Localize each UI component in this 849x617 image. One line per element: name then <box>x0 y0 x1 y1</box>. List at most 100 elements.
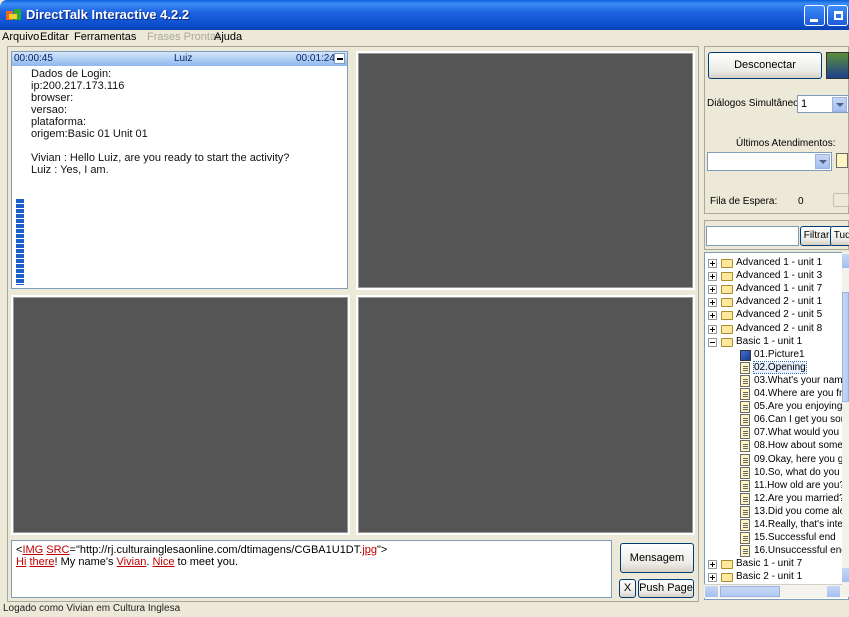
queue-pickup-icon[interactable] <box>833 193 849 207</box>
chat-user-name: Luiz <box>174 53 193 64</box>
session-pane-3[interactable] <box>11 295 350 535</box>
scroll-up-icon[interactable] <box>842 254 849 268</box>
simultaneous-select[interactable]: 1 <box>797 95 849 113</box>
folder-icon <box>721 272 733 282</box>
expand-icon[interactable] <box>708 573 717 583</box>
composer-close: "> <box>377 544 388 556</box>
chat-transcript: Dados de Login: ip:200.217.173.116 brows… <box>31 68 289 176</box>
tree-item-label: Basic 2 - unit 1 <box>736 571 803 583</box>
filter-input[interactable] <box>706 226 799 246</box>
tree-item[interactable]: Advanced 1 - unit 3 <box>705 270 848 283</box>
tree-item[interactable]: 10.So, what do you d <box>705 466 848 480</box>
session-pane-4[interactable] <box>356 295 695 535</box>
menu-ajuda[interactable]: Ajuda <box>214 31 242 43</box>
chat-line: browser: <box>31 92 74 104</box>
composer-url: ="http://rj.culturainglesaonline.com/dti… <box>69 544 363 556</box>
tree-vertical-scrollbar[interactable] <box>842 252 849 597</box>
chat-line: Vivian : Hello Luiz, are you ready to st… <box>31 152 290 164</box>
phrases-tree[interactable]: Advanced 1 - unit 1 Advanced 1 - unit 3 Ad… <box>704 252 849 600</box>
tree-item[interactable]: 13.Did you come alon <box>705 505 849 519</box>
expand-icon[interactable] <box>708 285 717 295</box>
show-all-button[interactable]: Tudo <box>830 226 849 246</box>
expand-icon[interactable] <box>708 560 717 570</box>
elapsed-time-right: 00:01:24 <box>296 53 335 64</box>
simultaneous-value: 1 <box>801 98 808 110</box>
open-document-icon[interactable] <box>836 153 848 168</box>
tree-item[interactable]: 05.Are you enjoying th <box>705 401 848 414</box>
menu-ferramentas[interactable]: Ferramentas <box>74 31 136 43</box>
disconnect-button[interactable]: Desconectar <box>708 52 822 79</box>
app-icon <box>6 9 21 20</box>
scroll-right-icon[interactable] <box>827 586 840 597</box>
menu-arquivo[interactable]: Arquivo <box>2 31 39 43</box>
tree-item-label: 12.Are you married? <box>754 492 845 504</box>
tree-item[interactable]: 08.How about someth <box>705 440 848 453</box>
chat-line: plataforma: <box>31 116 87 128</box>
tree-item-label: 06.Can I get you some <box>754 414 849 426</box>
globe-icon[interactable] <box>826 52 849 79</box>
filter-button[interactable]: Filtrar <box>800 226 833 246</box>
composer-word: Vivian <box>116 556 147 568</box>
expand-icon[interactable] <box>708 272 717 282</box>
composer-word: Nice <box>152 556 175 568</box>
chevron-down-icon[interactable] <box>832 97 847 112</box>
tree-item-label: 04.Where are you fror <box>754 388 849 399</box>
document-icon <box>740 361 750 374</box>
tree-item[interactable]: Advanced 1 - unit 1 <box>705 257 848 270</box>
chevron-down-icon[interactable] <box>815 154 830 169</box>
menu-editar[interactable]: Editar <box>40 31 69 43</box>
tree-item-label: 02.Opening <box>753 360 807 374</box>
tree-item[interactable]: 12.Are you married? <box>705 492 848 506</box>
document-icon <box>740 414 750 427</box>
tree-item[interactable]: 14.Really, that's intere <box>705 519 848 532</box>
tree-item[interactable]: 01.Picture1 <box>705 349 848 362</box>
minimize-icon <box>810 19 818 22</box>
tree-item[interactable]: 16.Unsuccessful end <box>705 545 848 558</box>
title-bar[interactable]: DirectTalk Interactive 4.2.2 <box>0 0 849 30</box>
tree-item[interactable]: Basic 1 - unit 1 <box>705 336 848 349</box>
tree-item-label: 13.Did you come alon <box>754 505 849 517</box>
tree-item[interactable]: 11.How old are you? <box>705 479 848 493</box>
clear-button[interactable]: X <box>619 579 636 598</box>
expand-icon[interactable] <box>708 324 717 334</box>
session-pane-2[interactable] <box>356 51 695 290</box>
tree-item[interactable]: 03.What's your name' <box>705 374 848 388</box>
tree-item-label: Advanced 2 - unit 8 <box>736 322 823 334</box>
last-sessions-select[interactable] <box>707 152 832 171</box>
queue-count: 0 <box>798 196 804 207</box>
horizontal-scroll-thumb[interactable] <box>720 586 780 597</box>
chat-line: versao: <box>31 104 68 116</box>
expand-icon[interactable] <box>708 298 717 308</box>
tree-horizontal-scrollbar[interactable] <box>704 584 842 598</box>
last-sessions-label: Últimos Atendimentos: <box>736 138 836 149</box>
tree-item[interactable]: 06.Can I get you some <box>705 414 849 427</box>
tree-item[interactable]: 02.Opening <box>705 360 848 375</box>
push-page-button[interactable]: Push Page <box>638 579 694 598</box>
tree-scroll-thumb[interactable] <box>842 292 849 402</box>
scroll-left-icon[interactable] <box>705 586 718 597</box>
chat-session-pane[interactable]: 00:00:45 Luiz 00:01:24 Dados de Login: i… <box>11 51 348 289</box>
tree-item[interactable]: 07.What would you lik <box>705 427 848 440</box>
document-icon <box>740 519 750 531</box>
message-input[interactable]: <IMG SRC="http://rj.culturainglesaonline… <box>11 540 612 598</box>
composer-word: there <box>29 556 55 568</box>
tree-item[interactable]: 09.Okay, here you go <box>705 453 848 467</box>
tree-item[interactable]: Advanced 2 - unit 1 <box>705 296 848 309</box>
tree-item[interactable]: Advanced 2 - unit 8 <box>705 322 848 336</box>
expand-icon[interactable] <box>708 259 717 268</box>
minimize-button[interactable] <box>804 5 825 26</box>
minimize-session-button[interactable] <box>334 53 345 64</box>
tree-item[interactable]: Advanced 1 - unit 7 <box>705 283 848 296</box>
restore-icon <box>834 11 843 20</box>
tree-item[interactable]: Advanced 2 - unit 5 <box>705 309 848 322</box>
expand-icon[interactable] <box>708 311 717 321</box>
document-icon <box>740 532 750 545</box>
tree-item[interactable]: 15.Successful end <box>705 532 848 545</box>
tree-item[interactable]: Basic 1 - unit 7 <box>705 558 848 571</box>
maximize-button[interactable] <box>827 5 848 26</box>
send-message-button[interactable]: Mensagem <box>620 543 694 573</box>
collapse-icon[interactable] <box>708 337 717 347</box>
tree-item[interactable]: 04.Where are you fror <box>705 388 849 401</box>
tree-item[interactable]: Basic 2 - unit 1 <box>705 571 848 584</box>
scroll-down-icon[interactable] <box>842 568 849 582</box>
